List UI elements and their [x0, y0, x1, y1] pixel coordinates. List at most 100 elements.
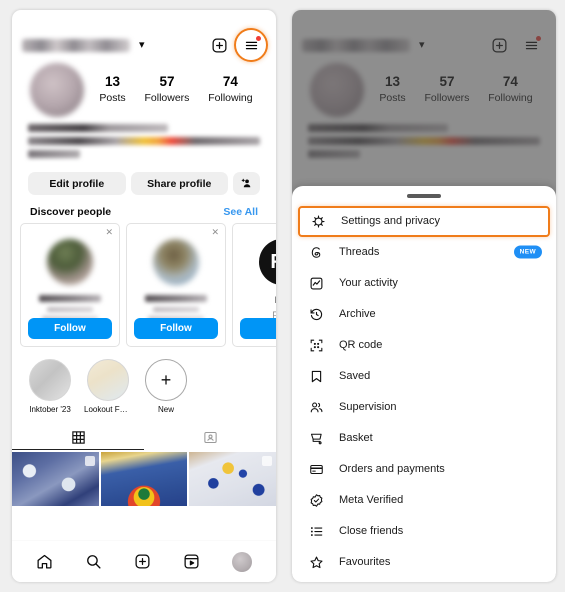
- profile-stats-row: 13 Posts 57 Followers 74 Following: [22, 56, 266, 117]
- profile-header: ▾ 13 Posts 57 Followers 74 Following Edi…: [12, 10, 276, 223]
- star-icon: [306, 552, 327, 573]
- menu-item-label: Orders and payments: [339, 463, 445, 475]
- bookmark-icon: [306, 366, 327, 387]
- chevron-down-icon[interactable]: ▾: [139, 39, 145, 51]
- photo-grid: [12, 452, 276, 506]
- person-add-icon[interactable]: [233, 172, 260, 195]
- menu-item-threads[interactable]: Threads NEW: [292, 237, 556, 268]
- discover-card[interactable]: Fa Fát Follo Fo: [232, 223, 276, 347]
- menu-item-close-friends[interactable]: Close friends: [292, 516, 556, 547]
- stat-label: Followers: [144, 92, 190, 105]
- username-row: ▾: [22, 10, 268, 62]
- edit-profile-button[interactable]: Edit profile: [28, 172, 126, 195]
- see-all-link[interactable]: See All: [223, 206, 258, 218]
- share-profile-button[interactable]: Share profile: [130, 172, 228, 195]
- qr-code-icon: [306, 335, 327, 356]
- follow-button[interactable]: Follow: [134, 318, 218, 339]
- highlight-cover: [87, 359, 129, 401]
- stat-value: 13: [105, 74, 121, 90]
- menu-sheet-panel: ▾: [292, 10, 556, 582]
- profile-avatar-nav[interactable]: [232, 551, 252, 572]
- highlight-item[interactable]: Lookout Fair '...: [84, 359, 132, 414]
- discover-card[interactable]: ✕ Follow: [126, 223, 226, 347]
- profile-bio-redacted: [22, 117, 266, 158]
- follow-button[interactable]: Fo: [240, 318, 276, 339]
- list-icon: [306, 521, 327, 542]
- stat-value: 74: [222, 74, 238, 90]
- stat-following[interactable]: 74 Following: [208, 74, 252, 105]
- menu-item-qr-code[interactable]: QR code: [292, 330, 556, 361]
- menu-item-label: Basket: [339, 432, 373, 444]
- menu-item-meta-verified[interactable]: Meta Verified: [292, 485, 556, 516]
- notification-dot: [256, 36, 261, 41]
- tab-grid[interactable]: [12, 425, 144, 450]
- card-icon: [306, 459, 327, 480]
- settings-gear-icon: [308, 211, 329, 232]
- activity-chart-icon: [306, 273, 327, 294]
- close-icon[interactable]: ✕: [211, 228, 219, 237]
- discover-people-carousel[interactable]: ✕ Follow ✕ Follow Fa Fát Follo Fo: [12, 223, 276, 347]
- profile-action-buttons: Edit profile Share profile: [22, 163, 266, 195]
- username-redacted[interactable]: [22, 38, 130, 52]
- grid-cell[interactable]: [189, 452, 276, 506]
- card-name: Fát: [275, 295, 276, 306]
- bottom-sheet: Settings and privacy Threads NEW Your ac…: [292, 186, 556, 582]
- menu-item-basket[interactable]: Basket: [292, 423, 556, 454]
- menu-hamburger-button[interactable]: [234, 28, 268, 62]
- stat-followers[interactable]: 57 Followers: [144, 74, 189, 105]
- tab-tagged[interactable]: [144, 425, 276, 450]
- archive-clock-icon: [306, 304, 327, 325]
- story-highlights-row: Inktober '23 Lookout Fair '... + New: [12, 347, 276, 414]
- grid-cell[interactable]: [100, 452, 188, 506]
- supervision-people-icon: [306, 397, 327, 418]
- bottom-navigation-bar: [12, 540, 276, 582]
- highlight-label: Inktober '23: [29, 405, 71, 414]
- card-name-redacted: [145, 295, 207, 302]
- multi-photo-icon: [262, 456, 273, 466]
- discover-title: Discover people: [30, 206, 112, 218]
- basket-cart-icon: [306, 428, 327, 449]
- stat-label: Following: [208, 92, 253, 105]
- card-name-redacted: [39, 295, 101, 302]
- menu-item-saved[interactable]: Saved: [292, 361, 556, 392]
- menu-item-your-activity[interactable]: Your activity: [292, 268, 556, 299]
- menu-item-settings-and-privacy[interactable]: Settings and privacy: [298, 205, 550, 237]
- stat-posts[interactable]: 13 Posts: [99, 74, 125, 105]
- menu-item-supervision[interactable]: Supervision: [292, 392, 556, 423]
- menu-item-favourites[interactable]: Favourites: [292, 547, 556, 578]
- verified-badge-icon: [306, 490, 327, 511]
- create-post-icon[interactable]: [206, 32, 232, 58]
- discover-people-header: Discover people See All: [22, 195, 266, 223]
- profile-screen-panel: ▾ 13 Posts 57 Followers 74 Following Edi…: [12, 10, 276, 582]
- follow-button[interactable]: Follow: [28, 318, 112, 339]
- bio-line: [28, 150, 80, 158]
- card-avatar: [153, 239, 199, 285]
- highlight-item[interactable]: Inktober '23: [26, 359, 74, 414]
- reels-icon[interactable]: [183, 553, 200, 570]
- avatar[interactable]: [30, 63, 84, 117]
- menu-item-label: Archive: [339, 308, 376, 320]
- menu-item-label: Threads: [339, 246, 380, 258]
- search-icon[interactable]: [85, 553, 102, 570]
- create-icon[interactable]: [134, 553, 151, 570]
- screenshot-stage: ▾ 13 Posts 57 Followers 74 Following Edi…: [0, 0, 565, 592]
- highlight-cover: [29, 359, 71, 401]
- menu-item-label: Saved: [339, 370, 371, 382]
- discover-card[interactable]: ✕ Follow: [20, 223, 120, 347]
- close-icon[interactable]: ✕: [105, 228, 113, 237]
- active-tab-underline: [12, 448, 144, 450]
- card-avatar: Fa: [259, 239, 276, 285]
- menu-item-orders-and-payments[interactable]: Orders and payments: [292, 454, 556, 485]
- menu-item-label: Supervision: [339, 401, 397, 413]
- stat-value: 57: [159, 74, 175, 90]
- highlight-label: New: [157, 405, 174, 414]
- menu-item-label: Close friends: [339, 525, 404, 537]
- card-avatar: [47, 239, 93, 285]
- menu-item-archive[interactable]: Archive: [292, 299, 556, 330]
- grid-cell[interactable]: [12, 452, 99, 506]
- card-subtitle-redacted: [153, 307, 199, 312]
- plus-icon: +: [145, 359, 187, 401]
- home-icon[interactable]: [36, 553, 53, 570]
- new-highlight-item[interactable]: + New: [142, 359, 190, 414]
- highlight-ring: [234, 28, 268, 62]
